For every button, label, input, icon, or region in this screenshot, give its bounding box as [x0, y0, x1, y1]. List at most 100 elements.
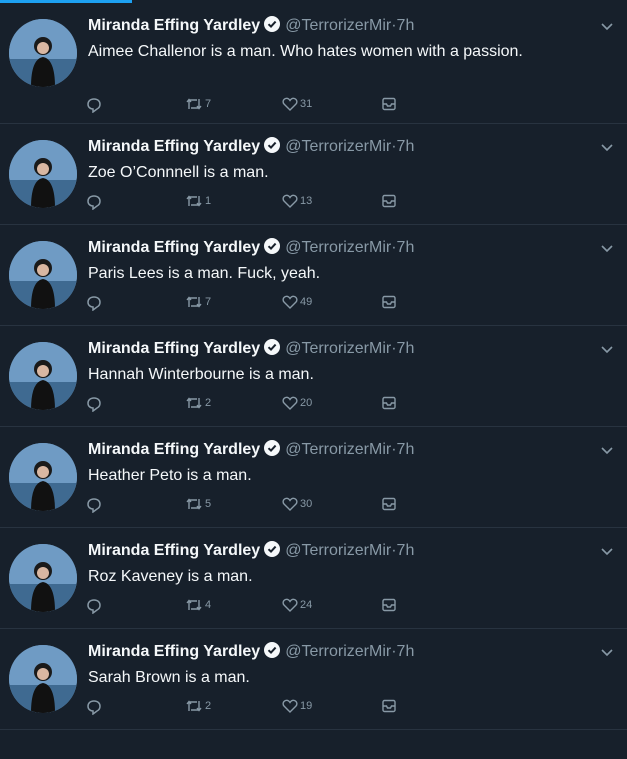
timestamp[interactable]: 7h [397, 441, 415, 458]
tweet[interactable]: Miranda Effing Yardley @TerrorizerMir·7h … [0, 427, 627, 528]
retweet-button[interactable]: 2 [185, 396, 211, 410]
avatar[interactable] [9, 19, 77, 87]
retweet-icon [186, 599, 202, 611]
like-button[interactable]: 19 [282, 699, 312, 713]
avatar[interactable] [9, 140, 77, 208]
author-handle[interactable]: @TerrorizerMir [285, 340, 391, 357]
timestamp[interactable]: 7h [397, 340, 415, 357]
tweet[interactable]: Miranda Effing Yardley @TerrorizerMir·7h … [0, 528, 627, 629]
chevron-down-icon[interactable] [601, 346, 613, 354]
envelope-icon [382, 396, 396, 410]
chevron-down-icon[interactable] [601, 548, 613, 556]
like-count: 20 [300, 397, 313, 409]
tweet-text: Roz Kaveney is a man. [88, 568, 253, 585]
timestamp[interactable]: 7h [397, 643, 415, 660]
reply-button[interactable] [86, 295, 102, 311]
retweet-icon [186, 296, 202, 308]
direct-message-button[interactable] [381, 97, 397, 111]
direct-message-button[interactable] [381, 194, 397, 208]
reply-button[interactable] [86, 598, 102, 614]
envelope-icon [382, 699, 396, 713]
verified-badge-icon [264, 642, 281, 664]
like-count: 24 [300, 599, 313, 611]
envelope-icon [382, 497, 396, 511]
verified-badge-icon [264, 137, 281, 159]
direct-message-button[interactable] [381, 497, 397, 511]
author-name[interactable]: Miranda Effing Yardley [88, 138, 260, 155]
avatar[interactable] [9, 342, 77, 410]
tweet-header: Miranda Effing Yardley @TerrorizerMir·7h [88, 137, 587, 159]
direct-message-button[interactable] [381, 396, 397, 410]
reply-icon [87, 498, 101, 513]
chevron-down-icon[interactable] [601, 144, 613, 152]
author-name[interactable]: Miranda Effing Yardley [88, 643, 260, 660]
heart-icon [282, 497, 298, 511]
retweet-button[interactable]: 5 [185, 497, 211, 511]
author-handle[interactable]: @TerrorizerMir [285, 643, 391, 660]
like-count: 49 [300, 296, 313, 308]
reply-button[interactable] [86, 97, 102, 113]
avatar[interactable] [9, 443, 77, 511]
retweet-icon [186, 195, 202, 207]
like-button[interactable]: 20 [282, 396, 312, 410]
tweet[interactable]: Miranda Effing Yardley @TerrorizerMir·7h … [0, 124, 627, 225]
avatar[interactable] [9, 544, 77, 612]
direct-message-button[interactable] [381, 699, 397, 713]
like-count: 19 [300, 700, 313, 712]
tweet-header: Miranda Effing Yardley @TerrorizerMir·7h [88, 238, 587, 260]
like-button[interactable]: 13 [282, 194, 312, 208]
like-button[interactable]: 49 [282, 295, 312, 309]
like-button[interactable]: 30 [282, 497, 312, 511]
like-count: 31 [300, 98, 313, 110]
envelope-icon [382, 598, 396, 612]
chevron-down-icon[interactable] [601, 649, 613, 657]
author-handle[interactable]: @TerrorizerMir [285, 17, 391, 34]
tweet[interactable]: Miranda Effing Yardley @TerrorizerMir·7h … [0, 629, 627, 730]
author-handle[interactable]: @TerrorizerMir [285, 542, 391, 559]
verified-badge-icon [264, 339, 281, 361]
like-button[interactable]: 24 [282, 598, 312, 612]
chevron-down-icon[interactable] [601, 245, 613, 253]
tweet[interactable]: Miranda Effing Yardley @TerrorizerMir·7h … [0, 3, 627, 124]
author-name[interactable]: Miranda Effing Yardley [88, 340, 260, 357]
timestamp[interactable]: 7h [397, 138, 415, 155]
retweet-count: 2 [205, 397, 212, 409]
retweet-button[interactable]: 7 [185, 97, 211, 111]
author-name[interactable]: Miranda Effing Yardley [88, 17, 260, 34]
heart-icon [282, 295, 298, 309]
reply-button[interactable] [86, 699, 102, 715]
direct-message-button[interactable] [381, 598, 397, 612]
like-button[interactable]: 31 [282, 97, 312, 111]
avatar[interactable] [9, 645, 77, 713]
retweet-button[interactable]: 4 [185, 598, 211, 612]
direct-message-button[interactable] [381, 295, 397, 309]
author-name[interactable]: Miranda Effing Yardley [88, 239, 260, 256]
avatar[interactable] [9, 241, 77, 309]
envelope-icon [382, 295, 396, 309]
tweet-feed: Miranda Effing Yardley @TerrorizerMir·7h … [0, 3, 627, 730]
retweet-button[interactable]: 2 [185, 699, 211, 713]
retweet-count: 7 [205, 98, 212, 110]
reply-button[interactable] [86, 396, 102, 412]
tweet[interactable]: Miranda Effing Yardley @TerrorizerMir·7h … [0, 225, 627, 326]
author-handle[interactable]: @TerrorizerMir [285, 441, 391, 458]
reply-button[interactable] [86, 497, 102, 513]
verified-badge-icon [264, 16, 281, 38]
timestamp[interactable]: 7h [397, 542, 415, 559]
tweet-header: Miranda Effing Yardley @TerrorizerMir·7h [88, 642, 587, 664]
tweet[interactable]: Miranda Effing Yardley @TerrorizerMir·7h … [0, 326, 627, 427]
author-handle[interactable]: @TerrorizerMir [285, 138, 391, 155]
retweet-button[interactable]: 7 [185, 295, 211, 309]
author-name[interactable]: Miranda Effing Yardley [88, 542, 260, 559]
timestamp[interactable]: 7h [397, 17, 415, 34]
retweet-button[interactable]: 1 [185, 194, 211, 208]
chevron-down-icon[interactable] [601, 23, 613, 31]
author-handle[interactable]: @TerrorizerMir [285, 239, 391, 256]
author-name[interactable]: Miranda Effing Yardley [88, 441, 260, 458]
retweet-count: 2 [205, 700, 212, 712]
reply-button[interactable] [86, 194, 102, 210]
timestamp[interactable]: 7h [397, 239, 415, 256]
tweet-text: Aimee Challenor is a man. Who hates wome… [88, 43, 523, 60]
tweet-text: Zoe O’Connnell is a man. [88, 164, 269, 181]
chevron-down-icon[interactable] [601, 447, 613, 455]
